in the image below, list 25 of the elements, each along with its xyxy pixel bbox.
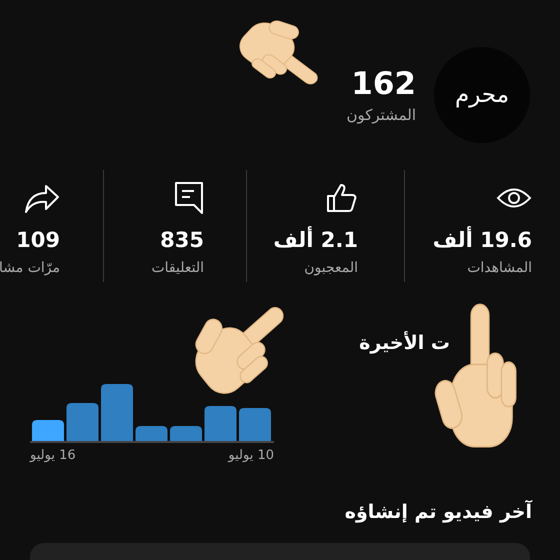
axis-label: 16 يوليو [30,448,76,463]
stat-label: المشاهدات [467,260,532,276]
chart-bar [101,384,133,441]
chart-bar [170,426,202,441]
stat-label: المعجبون [304,260,358,276]
thumbs-up-icon [326,183,358,213]
subscriber-label: المشتركون [346,106,416,124]
section-heading: ت الأخيرة [359,332,450,354]
stat-value: 109 [16,228,60,252]
axis-label: 10 يوليو [228,448,274,463]
chart-bar [66,403,98,441]
avatar-text: محرم [454,82,510,108]
chart-bar [239,408,271,441]
share-icon [24,182,60,214]
chart-bar [136,426,168,441]
subscriber-count: 162 [351,66,416,102]
stat-label: مرّات مشا [0,260,60,276]
chart-bar [32,420,64,441]
stat-value: 2.1 ألف [273,228,358,252]
stat-value: 19.6 ألف [432,228,532,252]
stat-label: التعليقات [151,260,204,276]
section-heading: آخر فيديو تم إنشاؤه [344,501,532,523]
chart-bar [204,406,236,441]
stat-value: 835 [160,228,204,252]
comment-icon [174,181,204,215]
